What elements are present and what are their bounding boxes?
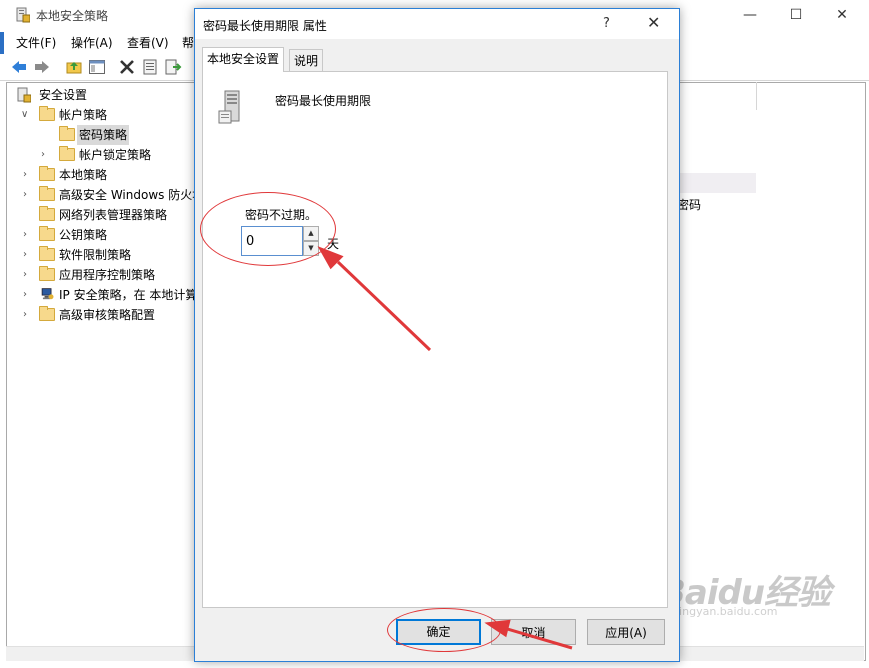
annotation-arrow-ok — [503, 626, 573, 650]
annotation-arrow-input — [336, 260, 432, 352]
annotation-arrows — [317, 246, 573, 650]
annotation-arrowhead-input — [317, 246, 344, 270]
annotation-arrowhead-ok — [484, 619, 511, 638]
tab-local-security-setting[interactable]: 本地安全设置 — [202, 47, 285, 72]
